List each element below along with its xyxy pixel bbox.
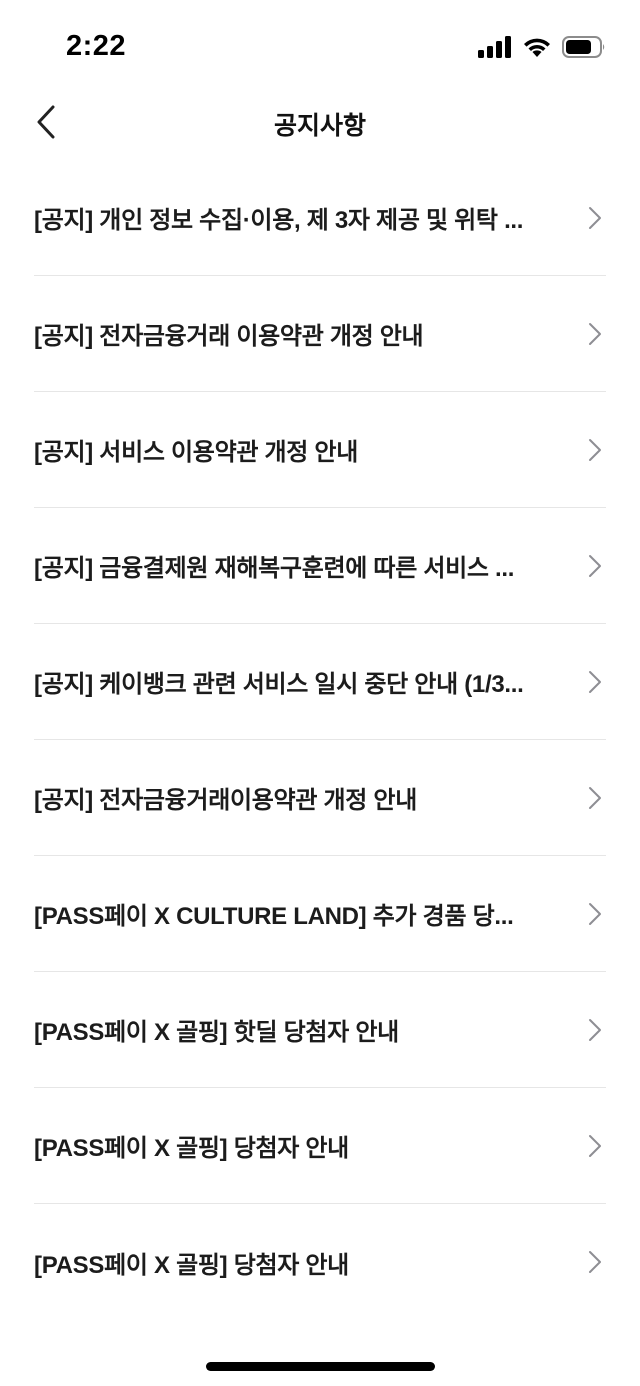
status-time: 2:22: [66, 30, 127, 62]
cellular-signal-icon: [478, 36, 512, 63]
notice-title: [공지] 서비스 이용약관 개정 안내: [34, 439, 358, 466]
notice-title: [공지] 케이뱅크 관련 서비스 일시 중단 안내 (1/3...: [34, 671, 524, 698]
battery-icon: [562, 36, 606, 63]
notice-title: [PASS페이 X 골핑] 핫딜 당첨자 안내: [34, 1019, 399, 1046]
notice-list-item[interactable]: [공지] 개인 정보 수집·이용, 제 3자 제공 및 위탁 ...: [34, 160, 606, 276]
chevron-right-icon: [589, 902, 601, 925]
wifi-icon: [522, 36, 552, 63]
notice-list-item[interactable]: [PASS페이 X 골핑] 당첨자 안내: [34, 1204, 606, 1320]
notice-title: [PASS페이 X CULTURE LAND] 추가 경품 당...: [34, 903, 514, 930]
nav-bar: 공지사항: [0, 92, 640, 156]
notice-title: [공지] 전자금융거래이용약관 개정 안내: [34, 787, 417, 814]
notice-list-item[interactable]: [PASS페이 X 골핑] 핫딜 당첨자 안내: [34, 972, 606, 1088]
notice-list: [공지] 개인 정보 수집·이용, 제 3자 제공 및 위탁 ... [공지] …: [0, 160, 640, 1320]
chevron-right-icon: [589, 786, 601, 809]
chevron-right-icon: [589, 1018, 601, 1041]
notice-title: [공지] 전자금융거래 이용약관 개정 안내: [34, 323, 424, 350]
notice-list-item[interactable]: [PASS페이 X 골핑] 당첨자 안내: [34, 1088, 606, 1204]
notice-title: [PASS페이 X 골핑] 당첨자 안내: [34, 1135, 349, 1162]
chevron-right-icon: [589, 206, 601, 229]
notice-list-item[interactable]: [PASS페이 X CULTURE LAND] 추가 경품 당...: [34, 856, 606, 972]
chevron-right-icon: [589, 322, 601, 345]
page-title: 공지사항: [273, 112, 366, 140]
notice-list-item[interactable]: [공지] 케이뱅크 관련 서비스 일시 중단 안내 (1/3...: [34, 624, 606, 740]
chevron-right-icon: [589, 438, 601, 461]
chevron-right-icon: [589, 1134, 601, 1157]
home-indicator[interactable]: [206, 1362, 435, 1371]
status-icons: [478, 36, 606, 63]
notice-list-item[interactable]: [공지] 전자금융거래 이용약관 개정 안내: [34, 276, 606, 392]
status-bar: 2:22: [0, 0, 640, 100]
notice-list-item[interactable]: [공지] 금융결제원 재해복구훈련에 따른 서비스 ...: [34, 508, 606, 624]
notice-title: [PASS페이 X 골핑] 당첨자 안내: [34, 1251, 349, 1279]
notice-list-item[interactable]: [공지] 전자금융거래이용약관 개정 안내: [34, 740, 606, 856]
chevron-right-icon: [589, 554, 601, 577]
notice-title: [공지] 금융결제원 재해복구훈련에 따른 서비스 ...: [34, 555, 515, 582]
chevron-right-icon: [589, 1251, 601, 1273]
chevron-right-icon: [589, 670, 601, 693]
notice-list-item[interactable]: [공지] 서비스 이용약관 개정 안내: [34, 392, 606, 508]
notice-title: [공지] 개인 정보 수집·이용, 제 3자 제공 및 위탁 ...: [34, 207, 524, 234]
